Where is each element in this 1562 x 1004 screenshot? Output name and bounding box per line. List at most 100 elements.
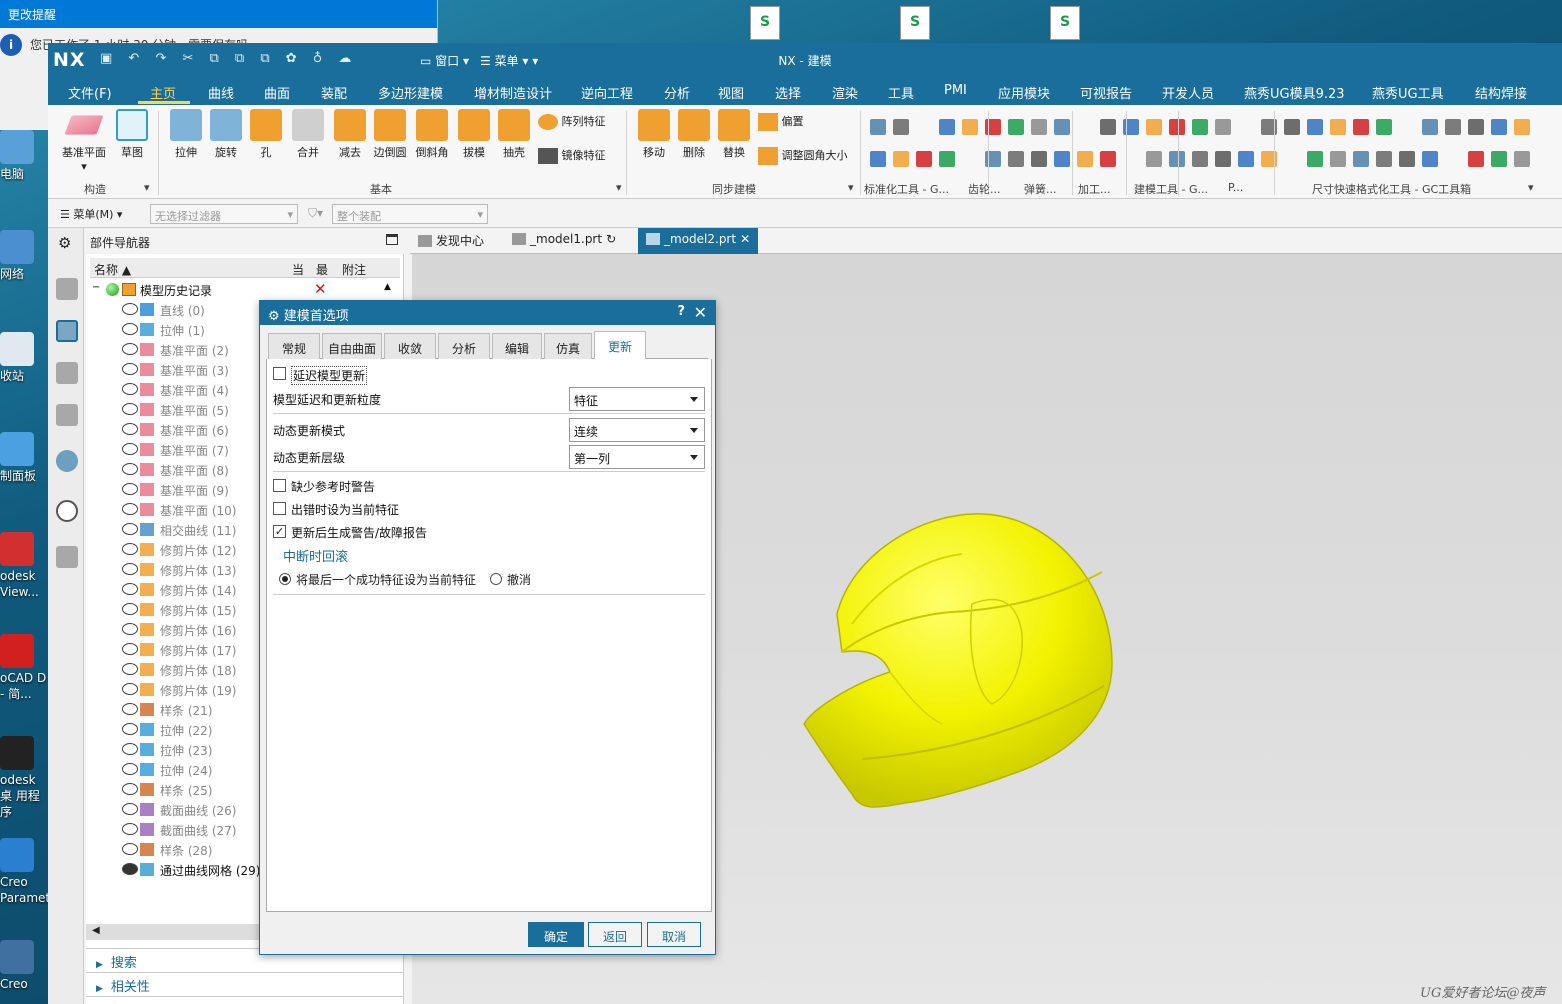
pattern-feature-button[interactable]: 阵列特征 bbox=[538, 113, 618, 130]
help-icon[interactable]: ? bbox=[677, 304, 685, 319]
group-expand-icon[interactable]: ▾ bbox=[1528, 181, 1534, 194]
document-tab[interactable]: _model2.prt ✕ bbox=[638, 228, 759, 254]
menu-tab[interactable]: 曲线 bbox=[208, 83, 234, 102]
menu-tab[interactable]: 装配 bbox=[321, 83, 347, 102]
web-browser-icon[interactable] bbox=[56, 450, 78, 472]
ribbon-button[interactable]: 边倒圆 bbox=[370, 109, 410, 160]
history-clock-icon[interactable] bbox=[56, 500, 78, 522]
desktop-icon[interactable]: 网络 bbox=[0, 230, 48, 282]
toolbar-tool-icon[interactable] bbox=[1054, 151, 1070, 167]
toolbar-tool-icon[interactable] bbox=[1399, 151, 1415, 167]
toolbar-tool-icon[interactable] bbox=[1307, 151, 1323, 167]
visibility-eye-icon[interactable] bbox=[122, 763, 138, 775]
ribbon-button[interactable]: 减去 bbox=[330, 109, 370, 160]
dialog-tab[interactable]: 常规 bbox=[268, 333, 320, 359]
offset-button[interactable]: 偏置 bbox=[758, 113, 868, 131]
visibility-eye-icon[interactable] bbox=[122, 743, 138, 755]
desktop-icon[interactable]: 电脑 bbox=[0, 130, 48, 182]
scroll-left-icon[interactable]: ◀ bbox=[92, 925, 100, 936]
toolbar-tool-icon[interactable] bbox=[1491, 151, 1507, 167]
dialog-tab[interactable]: 更新 bbox=[594, 331, 646, 360]
visibility-eye-icon[interactable] bbox=[122, 543, 138, 555]
toolbar-tool-icon[interactable] bbox=[1514, 151, 1530, 167]
menu-button[interactable]: ☰ 菜单(M) ▾ bbox=[60, 206, 122, 222]
toolbar-tool-icon[interactable] bbox=[939, 151, 955, 167]
toolbar-tool-icon[interactable] bbox=[1146, 119, 1162, 135]
back-button[interactable]: 返回 bbox=[588, 922, 642, 947]
navigator-section[interactable]: ▶细节 bbox=[86, 996, 404, 1004]
visibility-eye-icon[interactable] bbox=[122, 363, 138, 375]
toolbar-tool-icon[interactable] bbox=[1008, 119, 1024, 135]
dialog-tab[interactable]: 编辑 bbox=[492, 333, 542, 359]
tools-icon[interactable] bbox=[56, 546, 78, 568]
toolbar-tool-icon[interactable] bbox=[893, 119, 909, 135]
spreadsheet-file-icon[interactable]: S bbox=[750, 6, 780, 40]
radio-undo[interactable] bbox=[490, 573, 502, 585]
toolbar-tool-icon[interactable] bbox=[962, 119, 978, 135]
assembly-scope-select[interactable]: 整个装配 ▾ bbox=[332, 204, 488, 224]
toolbar-tool-icon[interactable] bbox=[1169, 151, 1185, 167]
toolbar-tool-icon[interactable] bbox=[893, 151, 909, 167]
desktop-icon[interactable]: oCAD D - 简... bbox=[0, 634, 48, 702]
visibility-eye-icon[interactable] bbox=[122, 443, 138, 455]
visibility-eye-icon[interactable] bbox=[122, 783, 138, 795]
toolbar-tool-icon[interactable] bbox=[1100, 151, 1116, 167]
visibility-eye-icon[interactable] bbox=[122, 503, 138, 515]
type-filter-select[interactable]: 无选择过滤器 ▾ bbox=[150, 204, 298, 224]
menu-tab[interactable]: 多边形建模 bbox=[378, 83, 443, 102]
ribbon-button[interactable]: 倒斜角 bbox=[412, 109, 452, 160]
visibility-eye-icon[interactable] bbox=[122, 323, 138, 335]
toolbar-tool-icon[interactable] bbox=[1445, 119, 1461, 135]
filter-icon[interactable]: ⛉▾ bbox=[308, 206, 323, 221]
visibility-eye-icon[interactable] bbox=[122, 343, 138, 355]
collapse-icon[interactable]: − bbox=[92, 282, 100, 293]
navigator-section[interactable]: ▶ 相关性 bbox=[86, 972, 404, 995]
dialog-tab[interactable]: 自由曲面 bbox=[322, 333, 382, 359]
desktop-icon[interactable]: odesk View... bbox=[0, 532, 48, 600]
toolbar-tool-icon[interactable] bbox=[1146, 151, 1162, 167]
menu-tab[interactable]: 渲染 bbox=[832, 83, 858, 102]
visibility-eye-icon[interactable] bbox=[122, 563, 138, 575]
menu-tab[interactable]: 分析 bbox=[664, 83, 690, 102]
cancel-button[interactable]: 取消 bbox=[647, 922, 701, 947]
part-navigator-icon[interactable] bbox=[56, 320, 78, 342]
menu-tab[interactable]: 开发人员 bbox=[1162, 83, 1214, 102]
toolbar-tool-icon[interactable] bbox=[939, 119, 955, 135]
ribbon-button[interactable]: 抽壳 bbox=[494, 109, 534, 160]
visibility-eye-icon[interactable] bbox=[122, 863, 138, 875]
ribbon-button[interactable]: 孔 bbox=[246, 109, 286, 160]
set-current-on-error-checkbox[interactable] bbox=[273, 502, 286, 515]
menu-tab[interactable]: PMI bbox=[944, 83, 967, 98]
visibility-eye-icon[interactable] bbox=[122, 463, 138, 475]
dynamic-mode-select[interactable]: 连续 bbox=[569, 418, 705, 442]
ok-button[interactable]: 确定 bbox=[528, 922, 584, 947]
close-icon[interactable]: ✕ bbox=[694, 303, 707, 322]
visibility-eye-icon[interactable] bbox=[122, 663, 138, 675]
ribbon-button[interactable]: 拔模 bbox=[454, 109, 494, 160]
visibility-eye-icon[interactable] bbox=[122, 723, 138, 735]
toolbar-tool-icon[interactable] bbox=[1330, 151, 1346, 167]
resize-blend-button[interactable]: 调整圆角大小 bbox=[758, 147, 868, 165]
toolbar-tool-icon[interactable] bbox=[1215, 119, 1231, 135]
menu-tab[interactable]: 燕秀UG工具 bbox=[1372, 83, 1444, 102]
toolbar-tool-icon[interactable] bbox=[1238, 151, 1254, 167]
visibility-eye-icon[interactable] bbox=[122, 603, 138, 615]
toolbar-tool-icon[interactable] bbox=[1100, 119, 1116, 135]
visibility-eye-icon[interactable] bbox=[122, 623, 138, 635]
dialog-tab[interactable]: 仿真 bbox=[544, 333, 592, 359]
toolbar-tool-icon[interactable] bbox=[1077, 151, 1093, 167]
menu-tab[interactable]: 结构焊接 bbox=[1475, 83, 1527, 102]
menu-tab[interactable]: 工具 bbox=[888, 83, 914, 102]
maximize-icon[interactable] bbox=[386, 234, 398, 245]
menu-tab[interactable]: 增材制造设计 bbox=[474, 83, 552, 102]
visibility-eye-icon[interactable] bbox=[122, 683, 138, 695]
desktop-icon[interactable]: 制面板 bbox=[0, 432, 48, 484]
warn-missing-ref-checkbox[interactable] bbox=[273, 479, 286, 492]
toolbar-tool-icon[interactable] bbox=[1468, 119, 1484, 135]
sync-button[interactable]: 删除 bbox=[674, 109, 714, 160]
mirror-feature-button[interactable]: 镜像特征 bbox=[538, 147, 618, 164]
group-expand-icon[interactable]: ▾ bbox=[144, 181, 150, 194]
menu-tab[interactable]: 选择 bbox=[775, 83, 801, 102]
spreadsheet-file-icon[interactable]: S bbox=[900, 6, 930, 40]
visibility-eye-icon[interactable] bbox=[122, 403, 138, 415]
